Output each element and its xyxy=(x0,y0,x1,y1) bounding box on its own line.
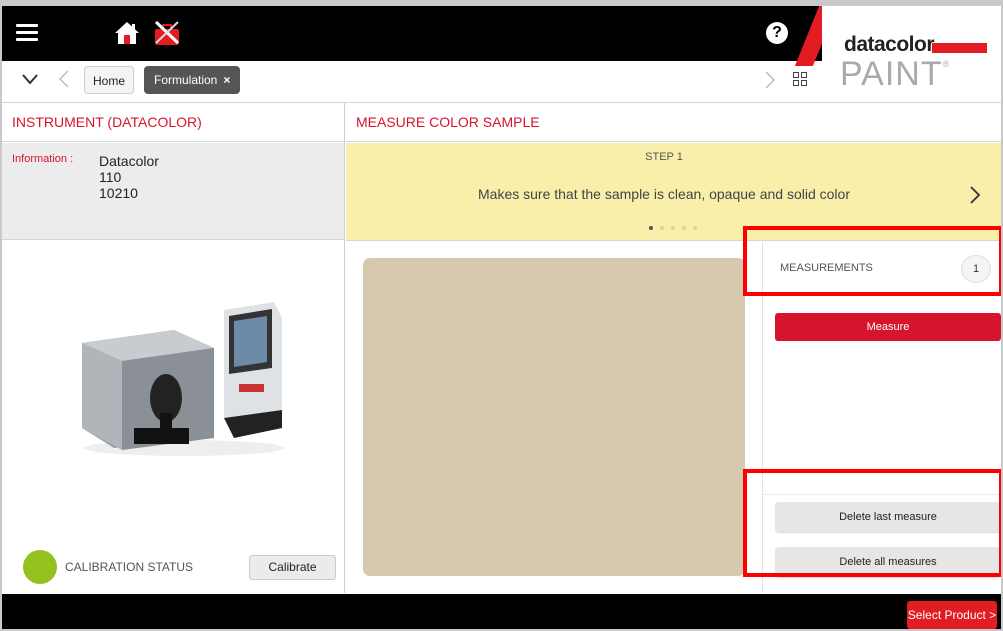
top-header: ? datacolor PAINT® Home Formulation × xyxy=(2,6,1001,102)
breadcrumb-home[interactable]: Home xyxy=(84,66,134,94)
select-product-button[interactable]: Select Product > xyxy=(907,601,997,629)
app-window: ? datacolor PAINT® Home Formulation × INS… xyxy=(0,0,1003,631)
breadcrumb-formulation[interactable]: Formulation × xyxy=(144,66,240,94)
brand-product: PAINT® xyxy=(840,55,950,94)
instrument-model: 110 xyxy=(99,169,122,185)
measurements-label: MEASUREMENTS xyxy=(780,262,873,274)
measurements-count-badge: 1 xyxy=(961,255,991,283)
measure-panel-title: MEASURE COLOR SAMPLE xyxy=(346,103,1001,142)
menu-icon[interactable] xyxy=(16,24,38,42)
back-arrow-icon[interactable] xyxy=(58,69,70,89)
calibration-status-indicator xyxy=(23,550,57,584)
instrument-panel: INSTRUMENT (DATACOLOR) Information : Dat… xyxy=(2,103,345,593)
measure-panel: MEASURE COLOR SAMPLE STEP 1 Makes sure t… xyxy=(346,103,1001,593)
step-pagination xyxy=(649,226,704,232)
step-dot[interactable] xyxy=(682,226,686,230)
color-sample-swatch xyxy=(363,258,745,576)
chevron-right-icon[interactable] xyxy=(969,185,981,205)
calibration-row: CALIBRATION STATUS Calibrate xyxy=(2,543,344,593)
step-dot[interactable] xyxy=(693,226,697,230)
delete-all-measures-button[interactable]: Delete all measures xyxy=(775,547,1001,577)
brand-trademark: ® xyxy=(942,59,951,69)
forward-arrow-icon[interactable] xyxy=(764,70,776,90)
brand-bar xyxy=(932,43,987,53)
calibrate-button[interactable]: Calibrate xyxy=(249,555,336,580)
step-dot[interactable] xyxy=(671,226,675,230)
brand-name: datacolor xyxy=(844,33,935,56)
step-dot[interactable] xyxy=(660,226,664,230)
step-label: STEP 1 xyxy=(645,151,683,163)
instrument-serial: 10210 xyxy=(99,185,138,201)
instrument-info-box: Information : Datacolor 110 10210 xyxy=(2,143,344,240)
breadcrumb-formulation-label: Formulation xyxy=(154,73,218,87)
step-dot[interactable] xyxy=(649,226,653,230)
chevron-down-icon[interactable] xyxy=(21,72,39,86)
home-icon[interactable] xyxy=(114,20,140,46)
help-icon[interactable]: ? xyxy=(766,22,788,44)
measurements-column: MEASUREMENTS 1 Measure Delete last measu… xyxy=(762,242,1001,593)
footer-bar: Select Product > xyxy=(2,594,1001,629)
spectrophotometer-image xyxy=(82,302,284,456)
information-label: Information : xyxy=(12,153,74,165)
step-banner: STEP 1 Makes sure that the sample is cle… xyxy=(346,143,1001,241)
tools-icon[interactable] xyxy=(152,19,182,47)
instrument-info-values: Datacolor 110 10210 xyxy=(99,153,159,201)
step-instruction: Makes sure that the sample is clean, opa… xyxy=(478,186,850,202)
measure-button[interactable]: Measure xyxy=(775,313,1001,341)
header-white-under xyxy=(2,61,92,102)
brand-product-text: PAINT xyxy=(840,55,943,93)
instrument-brand: Datacolor xyxy=(99,153,159,169)
close-icon[interactable]: × xyxy=(223,73,230,87)
grid-view-icon[interactable] xyxy=(793,72,807,86)
instrument-panel-title: INSTRUMENT (DATACOLOR) xyxy=(2,103,344,142)
calibration-status-label: CALIBRATION STATUS xyxy=(65,560,194,574)
measurements-divider xyxy=(763,494,1001,495)
delete-last-measure-button[interactable]: Delete last measure xyxy=(775,502,1001,532)
